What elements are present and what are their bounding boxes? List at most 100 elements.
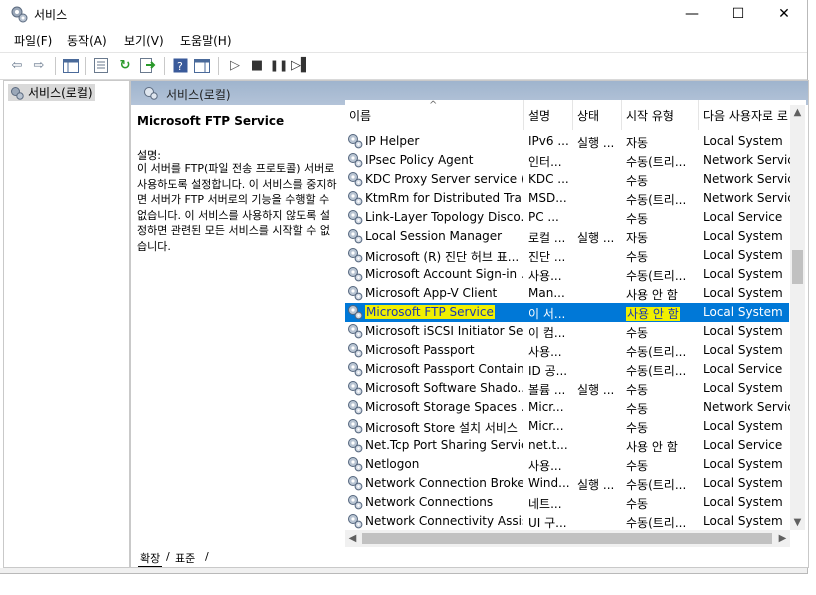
- services-list: 이름 ^ 설명 상태 시작 유형 다음 사용자로 로 IP Helper IPv6…: [345, 100, 806, 548]
- service-startup-type: 수동(트리...: [626, 269, 687, 283]
- service-status: 실행 ...: [577, 383, 615, 397]
- svg-text:?: ?: [177, 60, 183, 73]
- table-row[interactable]: Net.Tcp Port Sharing Service net.t... 사용 안…: [345, 436, 789, 455]
- table-row[interactable]: Microsoft Account Sign-in ... 사용... 수동(트리.…: [345, 265, 789, 284]
- horizontal-scrollbar[interactable]: ◀ ▶: [345, 530, 790, 547]
- scroll-down-icon[interactable]: ▼: [790, 515, 805, 530]
- table-row[interactable]: Microsoft App-V Client Man... 사용 안 함 Local …: [345, 284, 789, 303]
- table-row[interactable]: IPsec Policy Agent 인터... 수동(트리... Network S…: [345, 151, 793, 170]
- table-row[interactable]: Microsoft Store 설치 서비스 Micr... 수동 Local Sys…: [345, 417, 789, 436]
- service-name: Microsoft Store 설치 서비스: [365, 421, 518, 435]
- show-console-tree-icon[interactable]: [62, 57, 80, 74]
- menu-action[interactable]: 동작(A): [67, 32, 107, 49]
- vertical-scroll-thumb[interactable]: [792, 250, 803, 284]
- service-gear-icon: [348, 210, 363, 225]
- tree-item-services-local[interactable]: 서비스(로컬): [8, 84, 95, 101]
- column-header-logon-as[interactable]: 다음 사용자로 로: [699, 100, 799, 130]
- service-status: [577, 419, 621, 435]
- toolbar-separator: [85, 57, 86, 75]
- table-row[interactable]: Network Connections 네트... 수동 Local System: [345, 493, 789, 512]
- service-startup-type: 사용 안 함: [626, 288, 678, 302]
- pause-icon[interactable]: ❚❚: [270, 57, 288, 74]
- service-description-cell: 이 컴...: [528, 326, 566, 340]
- table-row[interactable]: Microsoft Software Shado... 볼륨 ... 실행 ... 수…: [345, 379, 789, 398]
- scroll-right-icon[interactable]: ▶: [775, 530, 790, 547]
- tab-standard[interactable]: 표준: [175, 550, 195, 566]
- column-header-label: 다음 사용자로 로: [703, 108, 788, 123]
- table-row[interactable]: Network Connectivity Assis... UI 구... 수동(트…: [345, 512, 789, 531]
- properties-icon[interactable]: [92, 57, 110, 74]
- column-header-description[interactable]: 설명: [524, 100, 573, 130]
- column-header-startup-type[interactable]: 시작 유형: [622, 100, 699, 130]
- table-row[interactable]: Microsoft (R) 진단 허브 표... 진단 ... 수동 Local Sy…: [345, 246, 789, 265]
- table-row[interactable]: Local Session Manager 로컬 ... 실행 ... 자동 Local…: [345, 227, 789, 246]
- table-row[interactable]: KDC Proxy Server service (... KDC ... 수동 Ne…: [345, 170, 793, 189]
- service-description-cell: UI 구...: [528, 516, 567, 530]
- service-startup-type: 수동: [626, 383, 649, 397]
- column-header-label: 설명: [528, 108, 551, 123]
- column-header-name[interactable]: 이름 ^: [345, 100, 524, 130]
- selected-service-title: Microsoft FTP Service: [137, 114, 285, 128]
- close-button[interactable]: ✕: [761, 0, 807, 27]
- table-row[interactable]: Link-Layer Topology Disco... PC ... 수동 Loca…: [345, 208, 789, 227]
- table-row[interactable]: KtmRm for Distributed Tra... MSD... 수동(트리.…: [345, 189, 793, 208]
- menu-view[interactable]: 보기(V): [124, 32, 164, 49]
- column-header-label: 이름: [349, 108, 372, 123]
- service-logon-as: Local System: [703, 134, 783, 148]
- service-logon-as: Local System: [703, 381, 783, 395]
- tab-separator: /: [205, 550, 209, 563]
- service-description-cell: Man...: [528, 286, 565, 300]
- service-name: Microsoft Passport Container: [365, 362, 523, 376]
- table-row[interactable]: Microsoft Passport Container ID 공... 수동(트리…: [345, 360, 789, 379]
- show-action-pane-icon[interactable]: [193, 57, 211, 74]
- services-gear-icon: [11, 86, 24, 100]
- back-icon[interactable]: ⇦: [8, 57, 26, 74]
- column-header-status[interactable]: 상태: [573, 100, 622, 130]
- service-startup-type: 수동(트리...: [626, 478, 687, 492]
- service-logon-as: Local System: [703, 248, 783, 262]
- menu-help[interactable]: 도움말(H): [180, 32, 232, 49]
- table-row[interactable]: Network Connection Broker Wind... 실행 ... 수동…: [345, 474, 789, 493]
- toolbar-separator: [164, 57, 165, 75]
- table-row[interactable]: Microsoft FTP Service 이 서... 사용 안 함 Local S…: [345, 303, 789, 322]
- table-row[interactable]: Netlogon 사용... 수동 Local System: [345, 455, 789, 474]
- scroll-up-icon[interactable]: ▲: [790, 105, 805, 120]
- service-status: 실행 ...: [577, 478, 615, 492]
- minimize-button[interactable]: —: [669, 0, 715, 27]
- tab-extended[interactable]: 확장: [138, 550, 163, 567]
- service-gear-icon: [348, 248, 363, 263]
- restart-icon[interactable]: ▷▌: [291, 57, 311, 74]
- forward-icon[interactable]: ⇨: [30, 57, 48, 74]
- export-list-icon[interactable]: [139, 57, 157, 74]
- menu-file[interactable]: 파일(F): [14, 32, 52, 49]
- vertical-scrollbar[interactable]: ▲ ▼: [790, 105, 805, 530]
- service-status: [577, 324, 621, 340]
- table-row[interactable]: Microsoft Storage Spaces ... Micr... 수동 Net…: [345, 398, 793, 417]
- service-startup-type: 수동: [626, 497, 649, 511]
- scroll-left-icon[interactable]: ◀: [345, 530, 360, 547]
- service-logon-as: Local System: [703, 514, 783, 528]
- service-description-cell: 이 서...: [528, 307, 566, 321]
- start-icon[interactable]: ▷: [226, 57, 244, 74]
- service-description-cell: MSD...: [528, 191, 567, 205]
- window-title: 서비스: [34, 8, 68, 22]
- service-startup-type: 수동: [626, 174, 649, 188]
- table-row[interactable]: Microsoft iSCSI Initiator Se... 이 컴... 수동 L…: [345, 322, 789, 341]
- service-description: 이 서버를 FTP(파일 전송 프로토콜) 서버로 사용하도록 설정합니다. 이…: [137, 162, 337, 253]
- table-row[interactable]: Microsoft Passport 사용... 수동(트리... Local Sys…: [345, 341, 789, 360]
- service-status: 실행 ...: [577, 231, 615, 245]
- horizontal-scroll-thumb[interactable]: [362, 533, 772, 544]
- service-startup-type: 자동: [626, 231, 649, 245]
- table-row[interactable]: IP Helper IPv6 ... 실행 ... 자동 Local System: [345, 132, 789, 151]
- service-logon-as: Local System: [703, 229, 783, 243]
- service-description-cell: 볼륨 ...: [528, 383, 566, 397]
- maximize-button[interactable]: ☐: [715, 0, 761, 27]
- service-name: Microsoft iSCSI Initiator Se...: [365, 324, 523, 338]
- refresh-icon[interactable]: ↻: [116, 57, 134, 74]
- service-gear-icon: [348, 476, 363, 491]
- help-icon[interactable]: ?: [171, 57, 189, 74]
- title-bar[interactable]: 서비스 — ☐ ✕: [0, 0, 807, 27]
- stop-icon[interactable]: ■: [248, 57, 266, 74]
- service-name: Network Connection Broker: [365, 476, 523, 490]
- service-logon-as: Local System: [703, 457, 783, 471]
